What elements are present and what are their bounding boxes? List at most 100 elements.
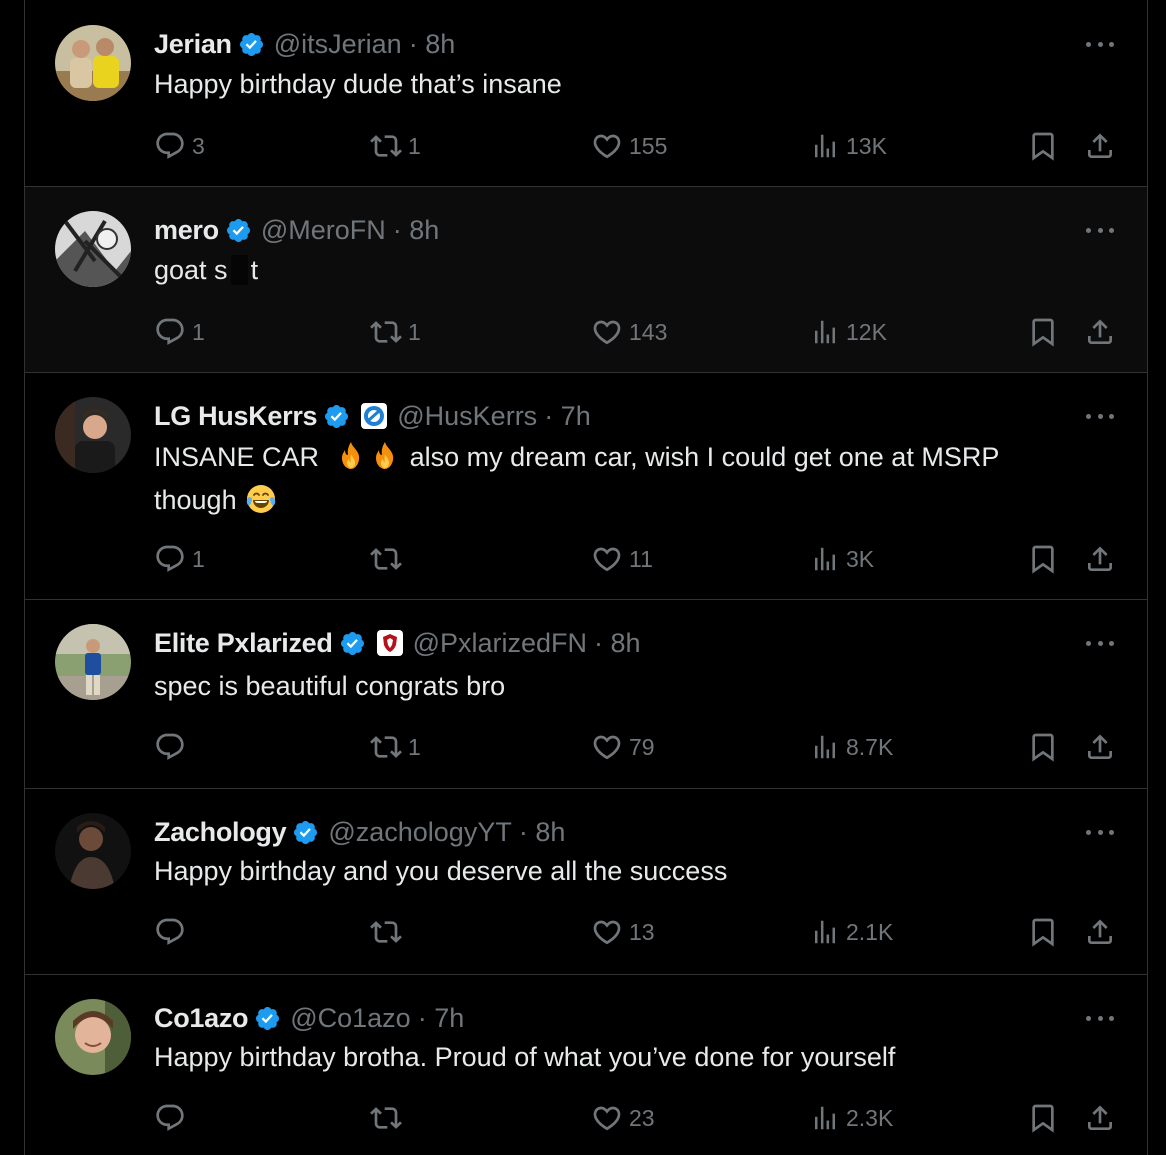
user-handle[interactable]: @itsJerian — [274, 27, 402, 61]
more-options-icon[interactable] — [1086, 827, 1114, 837]
like-count: 23 — [629, 1104, 655, 1131]
repost-button[interactable]: 1 — [370, 315, 421, 349]
like-button[interactable]: 79 — [591, 730, 655, 764]
action-bar: 13 2.1K — [154, 915, 1124, 949]
verified-badge-icon[interactable] — [238, 31, 265, 58]
avatar[interactable] — [55, 211, 131, 287]
like-button[interactable]: 155 — [591, 129, 667, 163]
views-button[interactable]: 2.3K — [810, 1101, 893, 1135]
timestamp[interactable]: · 8h — [393, 213, 440, 247]
replies-feed: Jerian @itsJerian · 8h Happy birthday du… — [24, 0, 1148, 1155]
like-button[interactable]: 13 — [591, 915, 655, 949]
avatar[interactable] — [55, 25, 131, 101]
repost-icon — [370, 543, 402, 575]
repost-button[interactable]: 1 — [370, 730, 421, 764]
share-icon — [1084, 316, 1116, 348]
more-options-icon[interactable] — [1086, 411, 1114, 421]
share-button[interactable] — [1084, 1101, 1116, 1135]
timestamp[interactable]: · 8h — [409, 27, 456, 61]
share-button[interactable] — [1084, 915, 1116, 949]
view-count: 2.3K — [846, 1104, 894, 1131]
tears-of-joy-emoji-icon — [245, 483, 277, 525]
timestamp[interactable]: · 8h — [519, 815, 566, 849]
reply-button[interactable]: 1 — [154, 315, 205, 349]
verified-badge-icon[interactable] — [254, 1005, 281, 1032]
repost-button[interactable]: 1 — [370, 129, 421, 163]
repost-button[interactable] — [370, 1101, 408, 1135]
display-name[interactable]: Zachology — [154, 815, 287, 849]
shield-badge-icon[interactable] — [376, 629, 404, 657]
views-button[interactable]: 12K — [810, 315, 887, 349]
user-handle[interactable]: @Co1azo — [290, 1001, 410, 1035]
repost-button[interactable] — [370, 542, 408, 576]
more-options-icon[interactable] — [1086, 39, 1114, 49]
reply-button[interactable] — [154, 730, 192, 764]
share-button[interactable] — [1084, 129, 1116, 163]
more-options-icon[interactable] — [1086, 1013, 1114, 1023]
like-button[interactable]: 11 — [591, 542, 653, 576]
verified-badge-icon[interactable] — [225, 217, 252, 244]
share-icon — [1084, 731, 1116, 763]
bookmark-button[interactable] — [1027, 542, 1059, 576]
view-count: 13K — [846, 132, 887, 159]
verified-badge-icon[interactable] — [323, 403, 350, 430]
user-handle[interactable]: @HusKerrs — [397, 399, 537, 433]
display-name[interactable]: LG HusKerrs — [154, 399, 318, 433]
more-options-icon[interactable] — [1086, 225, 1114, 235]
bookmark-button[interactable] — [1027, 129, 1059, 163]
share-button[interactable] — [1084, 315, 1116, 349]
share-button[interactable] — [1084, 730, 1116, 764]
bookmark-icon — [1027, 731, 1059, 763]
reply-icon — [154, 731, 186, 763]
views-button[interactable]: 3K — [810, 542, 874, 576]
reply-button[interactable] — [154, 915, 192, 949]
bookmark-button[interactable] — [1027, 315, 1059, 349]
repost-count: 1 — [408, 132, 421, 159]
fire-emoji-icon — [369, 440, 401, 482]
share-button[interactable] — [1084, 542, 1116, 576]
bookmark-icon — [1027, 543, 1059, 575]
timestamp[interactable]: · 7h — [544, 399, 591, 433]
reply-mero[interactable]: mero @MeroFN · 8h goat s t 1 1 143 12K — [25, 187, 1147, 373]
timestamp[interactable]: · 8h — [594, 626, 641, 660]
user-handle[interactable]: @MeroFN — [261, 213, 386, 247]
reply-button[interactable]: 1 — [154, 542, 205, 576]
reply-button[interactable] — [154, 1101, 192, 1135]
display-name[interactable]: mero — [154, 213, 219, 247]
heart-icon — [591, 316, 623, 348]
reply-icon — [154, 130, 186, 162]
user-handle[interactable]: @zachologyYT — [328, 815, 512, 849]
like-button[interactable]: 23 — [591, 1101, 655, 1135]
view-count: 12K — [846, 318, 887, 345]
verified-badge-icon[interactable] — [292, 819, 319, 846]
repost-icon — [370, 731, 402, 763]
reply-jerian[interactable]: Jerian @itsJerian · 8h Happy birthday du… — [25, 0, 1147, 187]
user-handle[interactable]: @PxlarizedFN — [413, 626, 587, 660]
avatar[interactable] — [55, 999, 131, 1075]
reply-text: Happy birthday dude that’s insane — [154, 69, 562, 99]
avatar[interactable] — [55, 624, 131, 700]
views-button[interactable]: 13K — [810, 129, 887, 163]
timestamp[interactable]: · 7h — [418, 1001, 465, 1035]
reply-huskerrs[interactable]: LG HusKerrs @HusKerrs · 7h INSANE CAR al… — [25, 373, 1147, 600]
views-button[interactable]: 2.1K — [810, 915, 893, 949]
bookmark-button[interactable] — [1027, 730, 1059, 764]
luminosity-badge-icon[interactable] — [360, 402, 388, 430]
bookmark-button[interactable] — [1027, 915, 1059, 949]
display-name[interactable]: Co1azo — [154, 1001, 249, 1035]
reply-pxlarized[interactable]: Elite Pxlarized @PxlarizedFN · 8h spec i… — [25, 600, 1147, 789]
verified-badge-icon[interactable] — [339, 630, 366, 657]
like-button[interactable]: 143 — [591, 315, 667, 349]
repost-button[interactable] — [370, 915, 408, 949]
reply-co1azo[interactable]: Co1azo @Co1azo · 7h Happy birthday broth… — [25, 975, 1147, 1155]
display-name[interactable]: Jerian — [154, 27, 232, 61]
reply-zachology[interactable]: Zachology @zachologyYT · 8h Happy birthd… — [25, 789, 1147, 975]
reply-button[interactable]: 3 — [154, 129, 205, 163]
display-name[interactable]: Elite Pxlarized — [154, 626, 333, 660]
avatar[interactable] — [55, 813, 131, 889]
more-options-icon[interactable] — [1086, 638, 1114, 648]
views-chart-icon — [810, 1103, 840, 1133]
bookmark-button[interactable] — [1027, 1101, 1059, 1135]
views-button[interactable]: 8.7K — [810, 730, 893, 764]
avatar[interactable] — [55, 397, 131, 473]
